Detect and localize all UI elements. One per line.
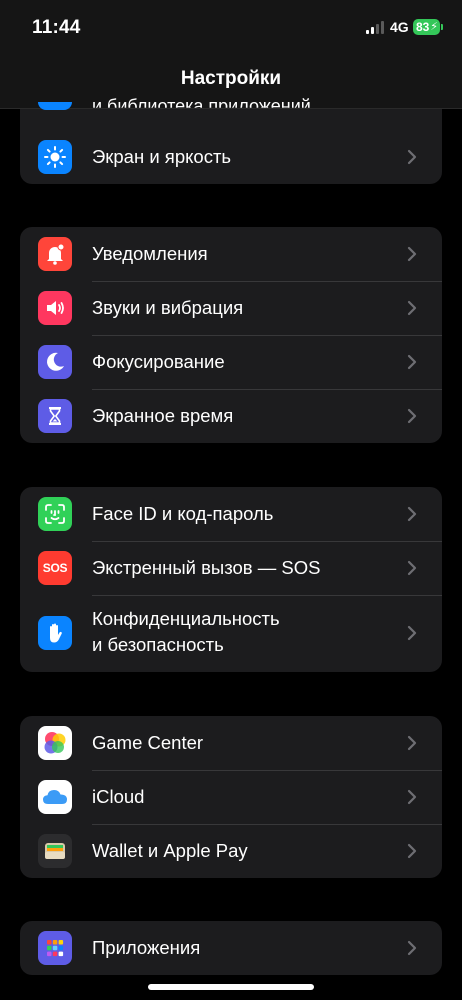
status-time: 11:44 <box>32 17 81 38</box>
hand-icon <box>38 616 72 650</box>
settings-row-label: Face ID и код-пароль <box>92 503 274 524</box>
settings-row-label: Экран и яркость <box>92 146 232 167</box>
apps-grid-icon <box>38 931 72 965</box>
settings-group-notifications: Уведомления Звуки и вибрация Фокусирован… <box>20 227 442 443</box>
cellular-signal-icon <box>366 21 384 34</box>
settings-row-label: Game Center <box>92 732 204 753</box>
home-indicator[interactable] <box>148 984 314 990</box>
home-screen-icon <box>38 102 72 110</box>
settings-row-label: Экстренный вызов — SOS <box>92 557 321 578</box>
bell-icon <box>38 237 72 271</box>
page-title: Настройки <box>180 68 282 89</box>
sos-icon-text: SOS <box>42 561 68 575</box>
chevron-right-icon <box>407 246 417 262</box>
settings-row-icloud[interactable]: iCloud <box>20 770 442 824</box>
settings-row-wallet[interactable]: Wallet и Apple Pay <box>20 824 442 878</box>
moon-icon <box>38 345 72 379</box>
settings-row-game-center[interactable]: Game Center <box>20 716 442 770</box>
settings-row-screen-time[interactable]: Экранное время <box>20 389 442 443</box>
settings-row-face-id[interactable]: Face ID и код-пароль <box>20 487 442 541</box>
speaker-icon <box>38 291 72 325</box>
face-id-icon <box>38 497 72 531</box>
chevron-right-icon <box>407 506 417 522</box>
wallet-icon <box>38 834 72 868</box>
settings-row-label: Wallet и Apple Pay <box>92 840 248 861</box>
settings-row-label: Конфиденциальность и безопасность <box>92 606 392 658</box>
icloud-icon <box>38 780 72 814</box>
chevron-right-icon <box>407 149 417 165</box>
chevron-right-icon <box>407 789 417 805</box>
settings-row-emergency-sos[interactable]: SOS Экстренный вызов — SOS <box>20 541 442 595</box>
settings-row-apps[interactable]: Приложения <box>20 921 442 975</box>
settings-group-apps: Приложения <box>20 921 442 975</box>
charging-bolt-icon: ⚡ <box>430 21 438 33</box>
settings-row-focus[interactable]: Фокусирование <box>20 335 442 389</box>
network-type: 4G <box>390 19 409 35</box>
chevron-right-icon <box>407 408 417 424</box>
settings-group-security: Face ID и код-пароль SOS Экстренный вызо… <box>20 487 442 672</box>
chevron-right-icon <box>407 735 417 751</box>
settings-row-display[interactable]: Экран и яркость <box>20 130 442 184</box>
settings-row-label: Фокусирование <box>92 351 225 372</box>
game-center-icon <box>38 726 72 760</box>
settings-row-label: Экранное время <box>92 405 234 426</box>
chevron-right-icon <box>407 300 417 316</box>
settings-row-label: iCloud <box>92 786 145 807</box>
status-bar: 11:44 4G 83 ⚡ <box>0 0 462 56</box>
settings-row-label: Звуки и вибрация <box>92 297 244 318</box>
sun-icon <box>38 140 72 174</box>
settings-row-label: Приложения <box>92 937 201 958</box>
label-line-1: Конфиденциальность <box>92 608 280 629</box>
settings-group-services: Game Center iCloud Wallet и Apple Pay <box>20 716 442 878</box>
settings-row-notifications[interactable]: Уведомления <box>20 227 442 281</box>
settings-row-label: Уведомления <box>92 243 208 264</box>
chevron-right-icon <box>407 940 417 956</box>
chevron-right-icon <box>407 843 417 859</box>
chevron-right-icon <box>407 560 417 576</box>
chevron-right-icon <box>407 354 417 370</box>
settings-row-privacy[interactable]: Конфиденциальность и безопасность <box>20 595 442 672</box>
hourglass-icon <box>38 399 72 433</box>
sos-icon: SOS <box>38 551 72 585</box>
label-line-2: и безопасность <box>92 634 224 655</box>
settings-row-sounds[interactable]: Звуки и вибрация <box>20 281 442 335</box>
battery-tip <box>441 24 443 30</box>
battery-level: 83 <box>416 20 430 34</box>
battery-icon: 83 ⚡ <box>413 19 440 35</box>
chevron-right-icon <box>407 625 417 641</box>
